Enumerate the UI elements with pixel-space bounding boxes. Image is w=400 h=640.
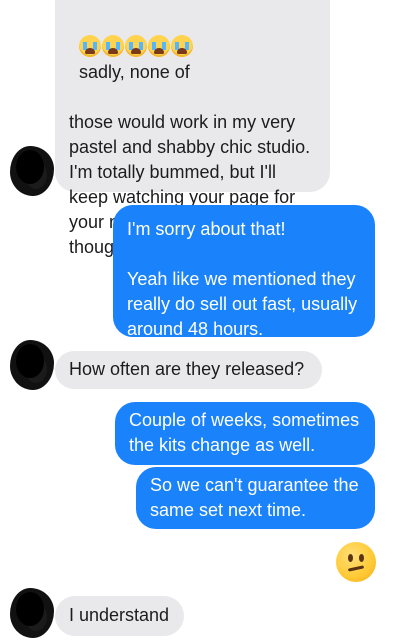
loudly-crying-face-icon	[125, 35, 148, 57]
loudly-crying-face-icon	[148, 35, 171, 57]
loudly-crying-face-icon	[171, 35, 194, 57]
incoming-message-bubble[interactable]: How often are they released?	[55, 351, 322, 389]
contact-avatar[interactable]	[10, 588, 54, 638]
contact-avatar[interactable]	[10, 340, 54, 390]
incoming-message-bubble[interactable]: I understand	[55, 596, 184, 636]
outgoing-message-bubble[interactable]: I'm sorry about that! Yeah like we menti…	[113, 205, 375, 339]
loudly-crying-emoji-group	[79, 35, 194, 57]
message-text: sadly, none of	[79, 62, 190, 82]
loudly-crying-face-icon	[102, 35, 125, 57]
outgoing-message-bubble[interactable]: Couple of weeks, sometimes the kits chan…	[115, 402, 375, 465]
contact-avatar[interactable]	[10, 146, 54, 196]
confused-face-icon[interactable]	[336, 542, 376, 582]
outgoing-message-bubble[interactable]: So we can't guarantee the same set next …	[136, 467, 375, 529]
loudly-crying-face-icon	[79, 35, 102, 57]
incoming-message-bubble[interactable]: sadly, none of those would work in my ve…	[55, 0, 330, 257]
